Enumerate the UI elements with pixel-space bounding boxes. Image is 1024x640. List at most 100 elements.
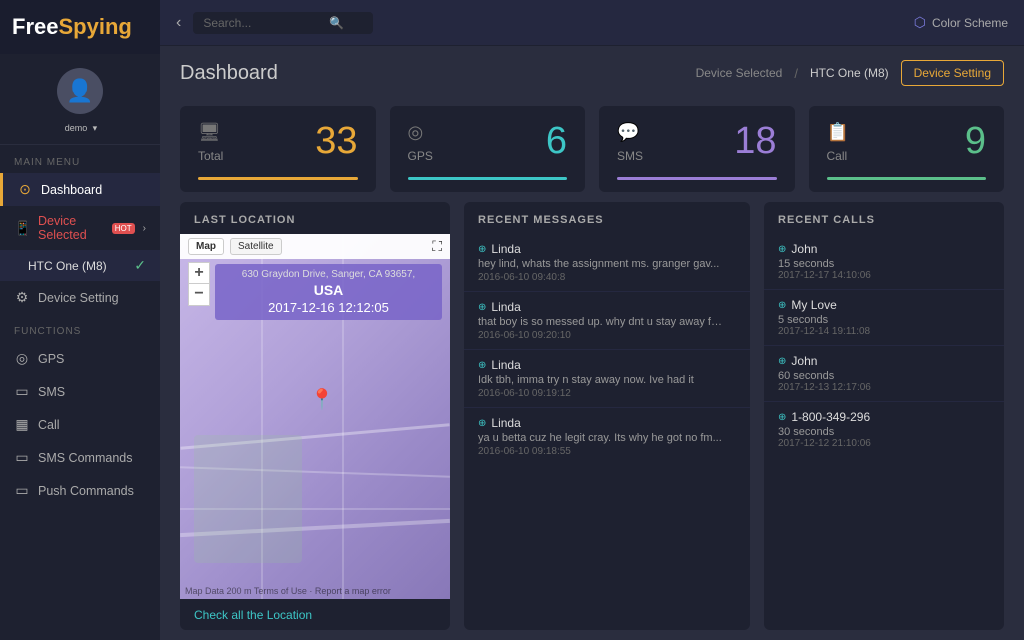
header-right: Device Selected / HTC One (M8) Device Se… — [696, 60, 1004, 86]
gps-icon: ◎ — [14, 350, 30, 367]
recent-calls-panel: RECENT CALLS ⊕ John 15 seconds 2017-12-1… — [764, 202, 1004, 630]
map-info-overlay: 630 Graydon Drive, Sanger, CA 93657, USA… — [215, 264, 442, 320]
call-label: Call — [38, 418, 60, 432]
call-name: ⊕ John — [778, 354, 990, 368]
messages-list: ⊕ Linda hey lind, whats the assignment m… — [464, 234, 750, 465]
sidebar-item-gps[interactable]: ◎ GPS — [0, 342, 160, 375]
sidebar-item-push-commands[interactable]: ▭ Push Commands — [0, 474, 160, 507]
hot-badge: HOT — [112, 223, 135, 234]
color-scheme-icon: ⬡ — [914, 14, 926, 31]
call-name: ⊕ 1-800-349-296 — [778, 410, 990, 424]
device-setting-button[interactable]: Device Setting — [901, 60, 1004, 86]
map-zoom-controls: + − — [188, 262, 210, 306]
device-sub-item[interactable]: HTC One (M8) ✓ — [0, 250, 160, 281]
gps-value: 6 — [546, 120, 567, 163]
call-name: ⊕ John — [778, 242, 990, 256]
sidebar-item-device-selected[interactable]: 📱 Device Selected HOT › — [0, 206, 160, 250]
sidebar-item-device-setting[interactable]: ⚙ Device Setting — [0, 281, 160, 314]
map-tab-satellite[interactable]: Satellite — [230, 238, 282, 255]
total-icon: 🖥 — [198, 122, 221, 142]
logo-spying: Spying — [58, 14, 131, 39]
sms-value: 18 — [734, 120, 776, 163]
map-datetime: 2017-12-16 12:12:05 — [223, 300, 434, 315]
gps-stat-icon: ◎ — [408, 122, 424, 142]
call-dot-icon: ⊕ — [778, 244, 786, 255]
push-commands-icon: ▭ — [14, 482, 30, 499]
msg-text: Idk tbh, imma try n stay away now. Ive h… — [478, 374, 723, 386]
dashboard-label: Dashboard — [41, 183, 102, 197]
call-item[interactable]: ⊕ My Love 5 seconds 2017-12-14 19:11:08 — [764, 290, 1004, 346]
stats-row: 🖥 33 Total ◎ 6 GPS 💬 18 SMS 📋 9 Call — [160, 96, 1024, 202]
map-tab-map[interactable]: Map — [188, 238, 224, 255]
sms-commands-icon: ▭ — [14, 449, 30, 466]
sms-commands-label: SMS Commands — [38, 451, 132, 465]
message-item[interactable]: ⊕ Linda that boy is so messed up. why dn… — [464, 292, 750, 350]
check-location-link[interactable]: Check all the Location — [194, 608, 312, 622]
zoom-out-button[interactable]: − — [188, 284, 210, 306]
call-value: 9 — [965, 120, 986, 163]
map-container[interactable]: Map Satellite ⛶ 📍 — [180, 234, 450, 599]
msg-time: 2016-06-10 09:20:10 — [478, 330, 736, 341]
call-duration: 15 seconds — [778, 258, 990, 270]
search-box: 🔍 — [193, 12, 373, 34]
map-footer: Check all the Location — [180, 599, 450, 630]
color-scheme-btn[interactable]: ⬡ Color Scheme — [914, 14, 1008, 31]
map-attribution: Map Data 200 m Terms of Use · Report a m… — [185, 586, 391, 596]
call-time: 2017-12-17 14:10:06 — [778, 270, 990, 281]
msg-time: 2016-06-10 09:19:12 — [478, 388, 736, 399]
msg-sender: ⊕ Linda — [478, 242, 736, 256]
search-input[interactable] — [203, 16, 323, 30]
msg-time: 2016-06-10 09:18:55 — [478, 446, 736, 457]
call-item[interactable]: ⊕ 1-800-349-296 30 seconds 2017-12-12 21… — [764, 402, 1004, 457]
recent-calls-title: RECENT CALLS — [764, 202, 1004, 234]
stat-card-gps: ◎ 6 GPS — [390, 106, 586, 192]
message-item[interactable]: ⊕ Linda hey lind, whats the assignment m… — [464, 234, 750, 292]
call-time: 2017-12-12 21:10:06 — [778, 438, 990, 449]
avatar-area: 👤 demo ▾ — [0, 54, 160, 145]
topbar: ‹ 🔍 ⬡ Color Scheme — [160, 0, 1024, 46]
call-duration: 5 seconds — [778, 314, 990, 326]
sidebar-item-sms-commands[interactable]: ▭ SMS Commands — [0, 441, 160, 474]
recent-messages-panel: RECENT MESSAGES ⊕ Linda hey lind, whats … — [464, 202, 750, 630]
msg-sender: ⊕ Linda — [478, 300, 736, 314]
username-label: demo ▾ — [63, 120, 97, 134]
avatar: 👤 — [57, 68, 103, 114]
breadcrumb-device: Device Selected — [696, 66, 783, 80]
msg-text: hey lind, whats the assignment ms. grang… — [478, 258, 723, 270]
call-dot-icon: ⊕ — [778, 356, 786, 367]
message-item[interactable]: ⊕ Linda Idk tbh, imma try n stay away no… — [464, 350, 750, 408]
call-item[interactable]: ⊕ John 60 seconds 2017-12-13 12:17:06 — [764, 346, 1004, 402]
gps-label: GPS — [38, 352, 64, 366]
gps-stat-label: GPS — [408, 149, 568, 163]
call-item[interactable]: ⊕ John 15 seconds 2017-12-17 14:10:06 — [764, 234, 1004, 290]
call-time: 2017-12-13 12:17:06 — [778, 382, 990, 393]
zoom-in-button[interactable]: + — [188, 262, 210, 284]
calls-list: ⊕ John 15 seconds 2017-12-17 14:10:06 ⊕ … — [764, 234, 1004, 457]
recent-messages-title: RECENT MESSAGES — [464, 202, 750, 234]
sms-bar — [617, 177, 777, 180]
map-tab-bar: Map Satellite ⛶ — [180, 234, 450, 259]
msg-text: that boy is so messed up. why dnt u stay… — [478, 316, 723, 328]
msg-dot-icon: ⊕ — [478, 244, 486, 255]
last-location-panel: LAST LOCATION Map Satellite ⛶ — [180, 202, 450, 630]
gps-bar — [408, 177, 568, 180]
dashboard-header: Dashboard Device Selected / HTC One (M8)… — [160, 46, 1024, 96]
sidebar-item-call[interactable]: ▦ Call — [0, 408, 160, 441]
sidebar-item-sms[interactable]: ▭ SMS — [0, 375, 160, 408]
back-button[interactable]: ‹ — [176, 14, 181, 32]
msg-time: 2016-06-10 09:40:8 — [478, 272, 736, 283]
total-value: 33 — [315, 120, 357, 163]
sidebar-item-dashboard[interactable]: ⊙ Dashboard — [0, 173, 160, 206]
msg-dot-icon: ⊕ — [478, 302, 486, 313]
map-fullscreen-icon[interactable]: ⛶ — [432, 238, 442, 255]
color-scheme-label: Color Scheme — [932, 16, 1008, 30]
breadcrumb-sep: / — [794, 66, 798, 81]
push-commands-label: Push Commands — [38, 484, 134, 498]
message-item[interactable]: ⊕ Linda ya u betta cuz he legit cray. It… — [464, 408, 750, 465]
device-setting-icon: ⚙ — [14, 289, 30, 306]
call-stat-icon: 📋 — [827, 122, 849, 142]
sms-icon: ▭ — [14, 383, 30, 400]
msg-dot-icon: ⊕ — [478, 360, 486, 371]
sms-label: SMS — [38, 385, 65, 399]
main-menu-label: MAIN MENU — [0, 145, 160, 173]
